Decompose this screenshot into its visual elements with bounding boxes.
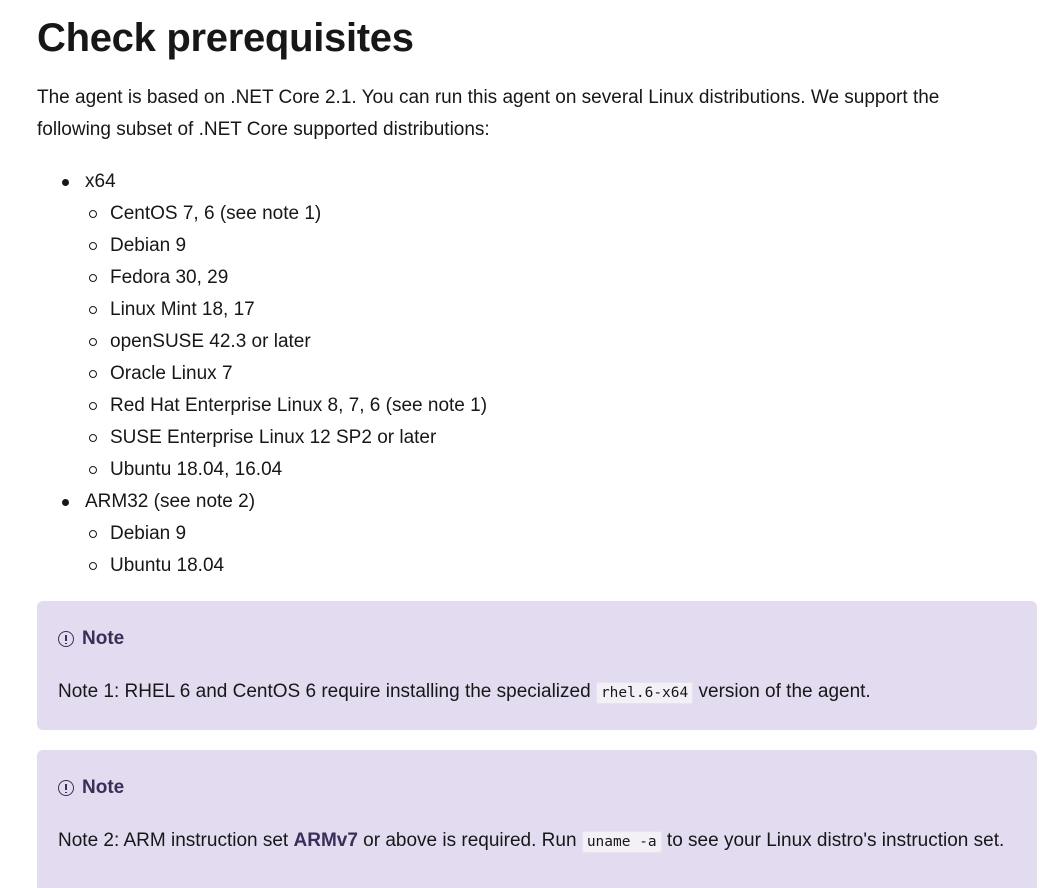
note-text-before: Note 1: RHEL 6 and CentOS 6 require inst… (58, 681, 596, 702)
list-item: Debian 9 (89, 230, 487, 262)
circle-bullet-icon (89, 434, 97, 442)
list-item: Ubuntu 18.04, 16.04 (89, 454, 487, 486)
emphasis-text: ARMv7 (293, 830, 358, 851)
distribution-list: x64 CentOS 7, 6 (see note 1) Debian 9 Fe… (37, 166, 487, 582)
sub-list-arm32: Debian 9 Ubuntu 18.04 (85, 518, 487, 582)
note-heading-label: Note (82, 628, 125, 649)
list-item-label: Oracle Linux 7 (110, 363, 233, 384)
list-item: Ubuntu 18.04 (89, 550, 487, 582)
list-item-label: Ubuntu 18.04, 16.04 (110, 459, 283, 480)
list-item: CentOS 7, 6 (see note 1) (89, 198, 487, 230)
intro-paragraph: The agent is based on .NET Core 2.1. You… (37, 87, 940, 140)
list-item-label: Red Hat Enterprise Linux 8, 7, 6 (see no… (110, 395, 488, 416)
note-text-middle: or above is required. Run (357, 830, 582, 851)
list-item-label: Ubuntu 18.04 (110, 555, 225, 576)
circle-bullet-icon (89, 530, 97, 538)
circle-bullet-icon (89, 466, 97, 474)
list-item-label: Debian 9 (110, 523, 187, 544)
list-item-label: Debian 9 (110, 235, 187, 256)
bullet-icon (62, 499, 69, 506)
circle-bullet-icon (89, 210, 97, 218)
note-heading: Note (58, 625, 124, 653)
info-icon (58, 631, 74, 647)
list-item: Fedora 30, 29 (89, 262, 487, 294)
list-item: Debian 9 (89, 518, 487, 550)
bullet-icon (62, 179, 69, 186)
sub-list-x64: CentOS 7, 6 (see note 1) Debian 9 Fedora… (85, 198, 487, 486)
circle-bullet-icon (89, 370, 97, 378)
note-text: Note 2: ARM instruction set ARMv7 or abo… (58, 824, 1018, 859)
list-item: openSUSE 42.3 or later (89, 326, 487, 358)
list-item: Red Hat Enterprise Linux 8, 7, 6 (see no… (89, 390, 488, 422)
list-item-label: SUSE Enterprise Linux 12 SP2 or later (110, 427, 437, 448)
inline-code: uname -a (581, 831, 662, 853)
info-icon (58, 780, 74, 796)
page-title: Check prerequisites (37, 16, 414, 60)
list-item: SUSE Enterprise Linux 12 SP2 or later (89, 422, 487, 454)
circle-bullet-icon (89, 402, 97, 410)
article: Check prerequisites The agent is based o… (0, 0, 1040, 888)
list-item-label: ARM32 (see note 2) (85, 491, 256, 512)
note-heading: Note (58, 774, 124, 802)
note-callout-1: Note Note 1: RHEL 6 and CentOS 6 require… (37, 601, 1037, 730)
note-text-after: to see your Linux distro's instruction s… (661, 830, 1005, 851)
note-text-before: Note 2: ARM instruction set (58, 830, 294, 851)
note-text-after: version of the agent. (693, 681, 871, 702)
list-item: Linux Mint 18, 17 (89, 294, 487, 326)
note-heading-label: Note (82, 777, 125, 798)
list-item-arm32: ARM32 (see note 2) Debian 9 Ubuntu 18.04 (62, 486, 487, 582)
circle-bullet-icon (89, 562, 97, 570)
note-callout-2: Note Note 2: ARM instruction set ARMv7 o… (37, 750, 1037, 888)
list-item-x64: x64 CentOS 7, 6 (see note 1) Debian 9 Fe… (62, 166, 487, 486)
list-item-label: Fedora 30, 29 (110, 267, 229, 288)
list-item: Oracle Linux 7 (89, 358, 487, 390)
note-text: Note 1: RHEL 6 and CentOS 6 require inst… (58, 675, 1018, 710)
circle-bullet-icon (89, 274, 97, 282)
list-item-label: x64 (85, 171, 116, 192)
list-item-label: CentOS 7, 6 (see note 1) (110, 203, 322, 224)
list-item-label: Linux Mint 18, 17 (110, 299, 255, 320)
circle-bullet-icon (89, 338, 97, 346)
circle-bullet-icon (89, 306, 97, 314)
inline-code: rhel.6-x64 (595, 682, 694, 704)
list-item-label: openSUSE 42.3 or later (110, 331, 311, 352)
circle-bullet-icon (89, 242, 97, 250)
